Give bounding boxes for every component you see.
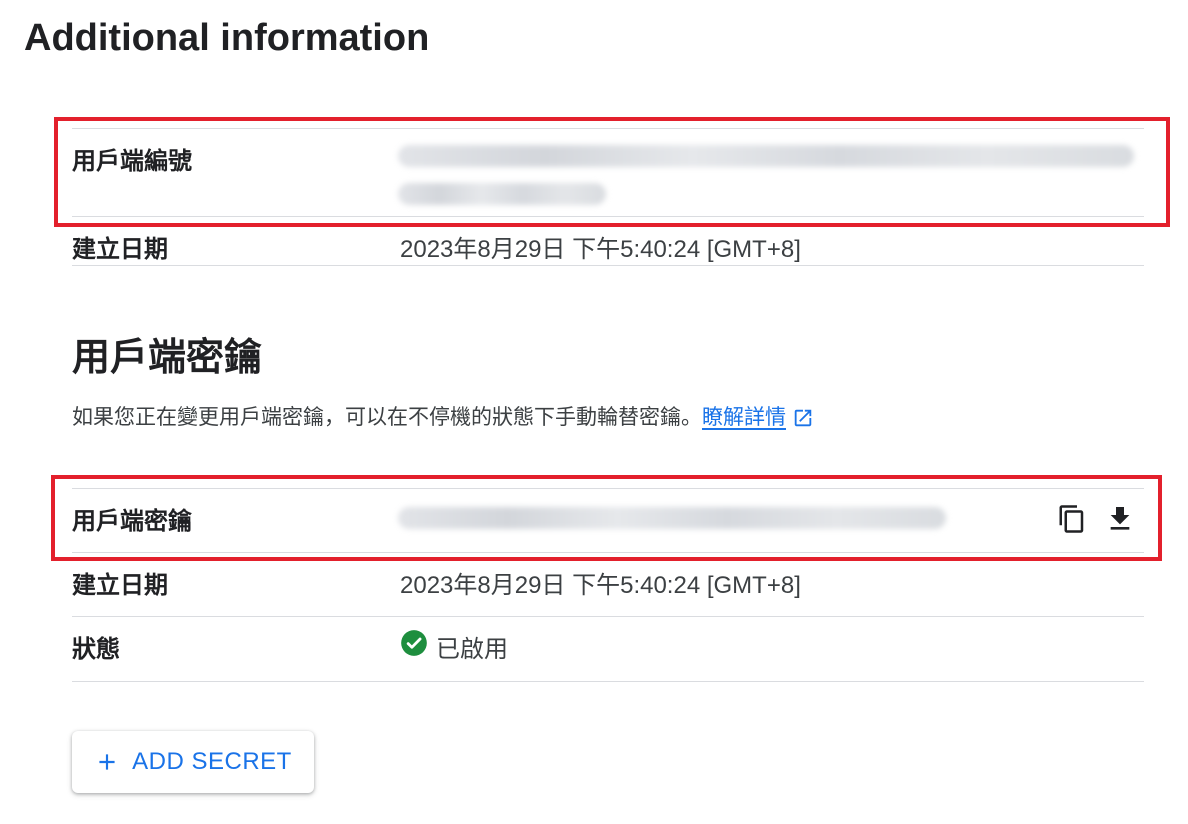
secret-created-value: 2023年8月29日 下午5:40:24 [GMT+8]: [400, 572, 801, 599]
secret-status-value: 已啟用: [436, 636, 508, 663]
client-id-created-value: 2023年8月29日 下午5:40:24 [GMT+8]: [400, 236, 801, 263]
client-id-highlight-box: [54, 117, 1170, 227]
page-title: Additional information: [24, 17, 430, 59]
section-description-text: 如果您正在變更用戶端密鑰，可以在不停機的狀態下手動輪替密鑰。: [72, 406, 702, 429]
secret-created-label: 建立日期: [72, 572, 168, 599]
add-secret-label: ADD SECRET: [132, 748, 292, 775]
client-secret-highlight-box: [51, 475, 1162, 561]
plus-icon: [99, 754, 115, 770]
secret-status-label: 狀態: [72, 636, 120, 663]
client-id-created-label: 建立日期: [72, 236, 168, 263]
learn-more-label: 瞭解詳情: [702, 406, 786, 429]
secret-created-row: 建立日期 2023年8月29日 下午5:40:24 [GMT+8]: [72, 552, 1144, 617]
section-title: 用戶端密鑰: [72, 337, 263, 379]
secret-status-row: 狀態 已啟用: [72, 616, 1144, 682]
learn-more-link[interactable]: 瞭解詳情: [702, 406, 814, 429]
check-circle-icon: [401, 630, 427, 656]
add-secret-button[interactable]: ADD SECRET: [72, 731, 314, 793]
section-description: 如果您正在變更用戶端密鑰，可以在不停機的狀態下手動輪替密鑰。瞭解詳情: [72, 402, 814, 434]
external-link-icon: [794, 410, 812, 427]
